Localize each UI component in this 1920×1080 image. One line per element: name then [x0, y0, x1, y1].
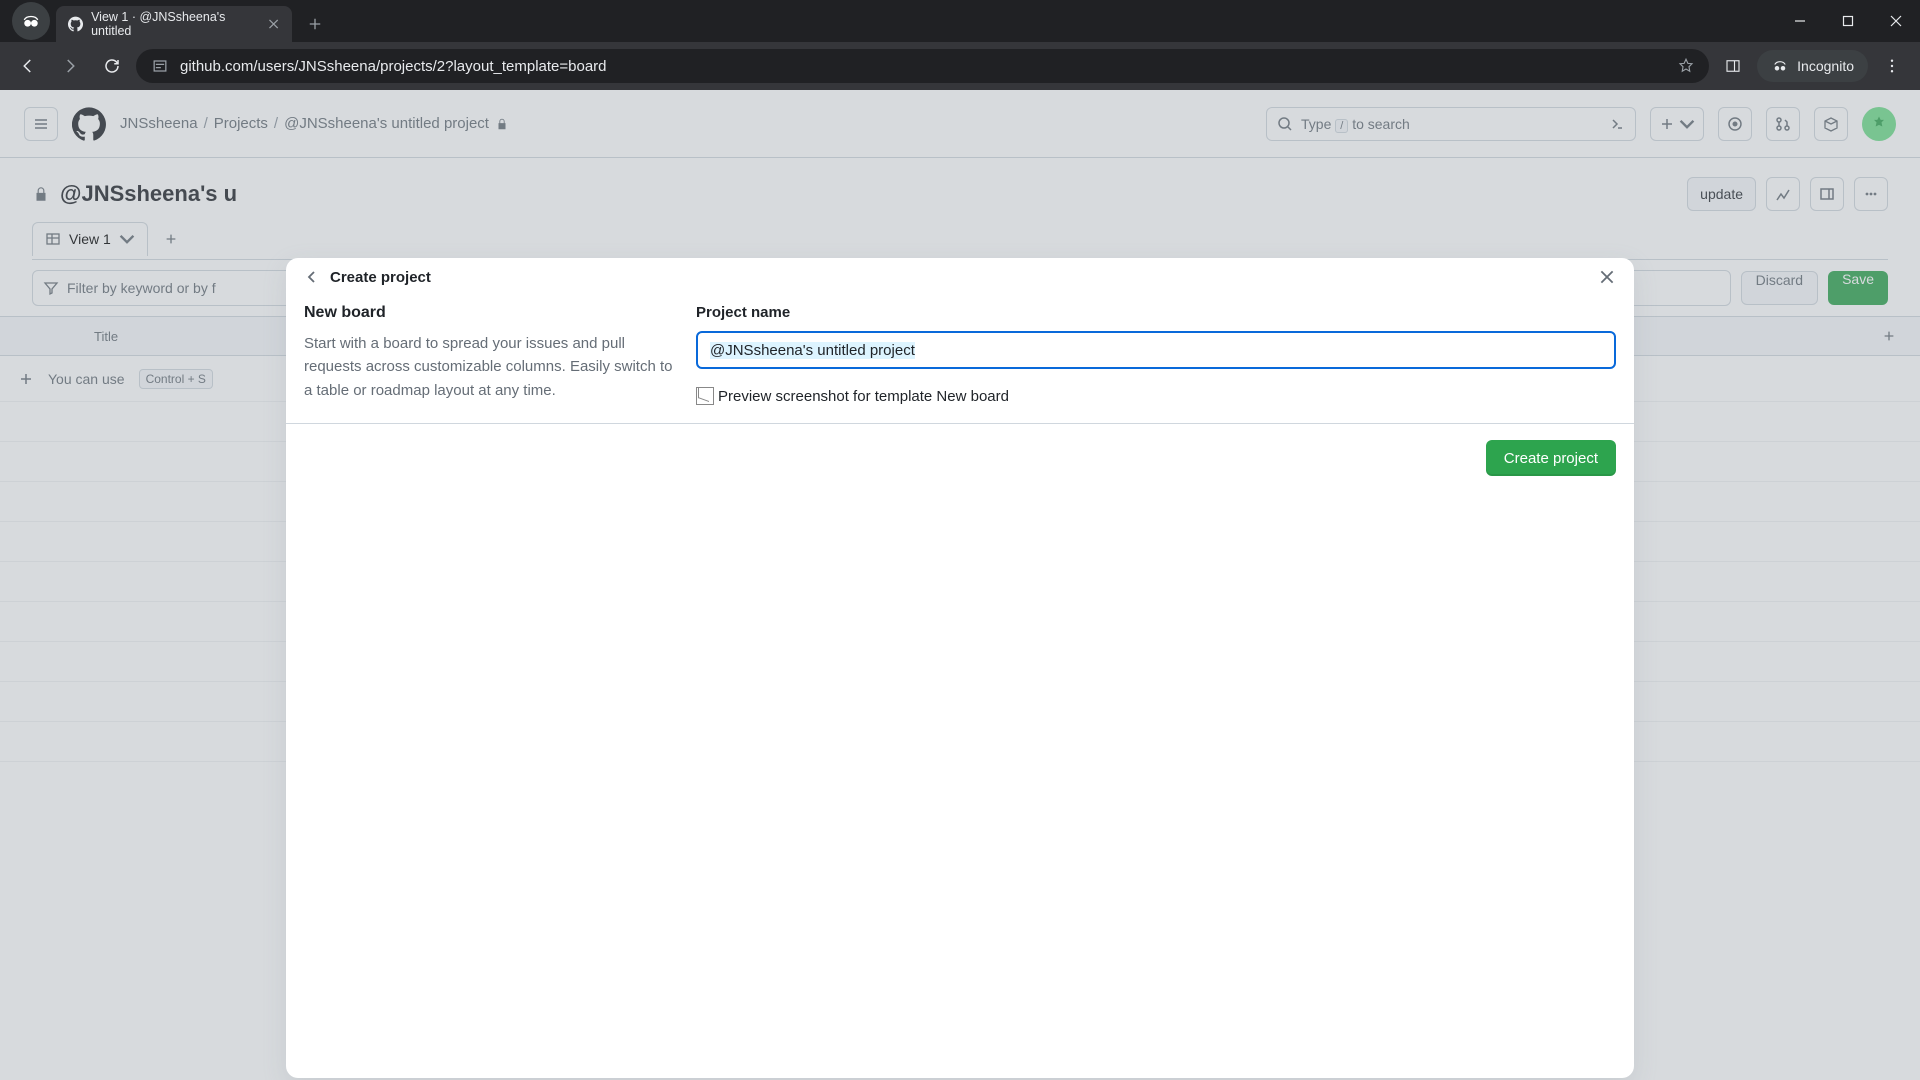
- window-controls: [1776, 0, 1920, 42]
- plus-icon: [308, 17, 322, 31]
- browser-tab[interactable]: View 1 · @JNSsheena's untitled: [56, 6, 292, 42]
- project-name-label: Project name: [696, 304, 1616, 321]
- incognito-indicator[interactable]: Incognito: [1757, 50, 1868, 82]
- nav-forward-button[interactable]: [52, 48, 88, 84]
- incognito-label: Incognito: [1797, 58, 1854, 74]
- project-name-input[interactable]: [696, 331, 1616, 369]
- window-close-button[interactable]: [1872, 0, 1920, 42]
- tab-strip: View 1 · @JNSsheena's untitled: [0, 0, 1920, 42]
- github-favicon-icon: [68, 16, 83, 32]
- new-tab-button[interactable]: [300, 9, 330, 39]
- address-bar: github.com/users/JNSsheena/projects/2?la…: [0, 42, 1920, 90]
- browser-menu-button[interactable]: [1874, 48, 1910, 84]
- window-maximize-button[interactable]: [1824, 0, 1872, 42]
- nav-back-button[interactable]: [10, 48, 46, 84]
- window-minimize-button[interactable]: [1776, 0, 1824, 42]
- template-heading: New board: [304, 304, 676, 322]
- modal-header: Create project: [286, 258, 1634, 296]
- modal-body: New board Start with a board to spread y…: [286, 296, 1634, 423]
- url-field[interactable]: github.com/users/JNSsheena/projects/2?la…: [136, 49, 1709, 83]
- tab-title: View 1 · @JNSsheena's untitled: [91, 10, 259, 38]
- create-project-button[interactable]: Create project: [1486, 440, 1616, 476]
- nav-reload-button[interactable]: [94, 48, 130, 84]
- site-settings-icon[interactable]: [150, 56, 170, 76]
- url-text: github.com/users/JNSsheena/projects/2?la…: [180, 58, 607, 75]
- close-icon[interactable]: [1598, 268, 1616, 286]
- template-description: New board Start with a board to spread y…: [304, 304, 676, 405]
- incognito-icon: [1771, 57, 1789, 75]
- incognito-chip-icon: [22, 12, 40, 30]
- back-arrow-icon[interactable]: [304, 269, 320, 285]
- browser-chrome: View 1 · @JNSsheena's untitled github.co…: [0, 0, 1920, 90]
- bookmark-star-icon[interactable]: [1677, 57, 1695, 75]
- broken-image-icon: [696, 387, 714, 405]
- browser-profile-chip[interactable]: [12, 2, 50, 40]
- template-preview-broken-image: Preview screenshot for template New boar…: [696, 387, 1616, 405]
- github-page: JNSsheena / Projects / @JNSsheena's unti…: [0, 90, 1920, 1080]
- modal-footer: Create project: [286, 424, 1634, 492]
- preview-alt-text: Preview screenshot for template New boar…: [718, 388, 1009, 405]
- modal-title: Create project: [330, 269, 431, 286]
- side-panel-button[interactable]: [1715, 48, 1751, 84]
- create-project-modal: Create project New board Start with a bo…: [286, 258, 1634, 1078]
- template-desc-text: Start with a board to spread your issues…: [304, 332, 676, 402]
- tab-close-icon[interactable]: [267, 17, 280, 31]
- project-name-section: Project name Preview screenshot for temp…: [696, 304, 1616, 405]
